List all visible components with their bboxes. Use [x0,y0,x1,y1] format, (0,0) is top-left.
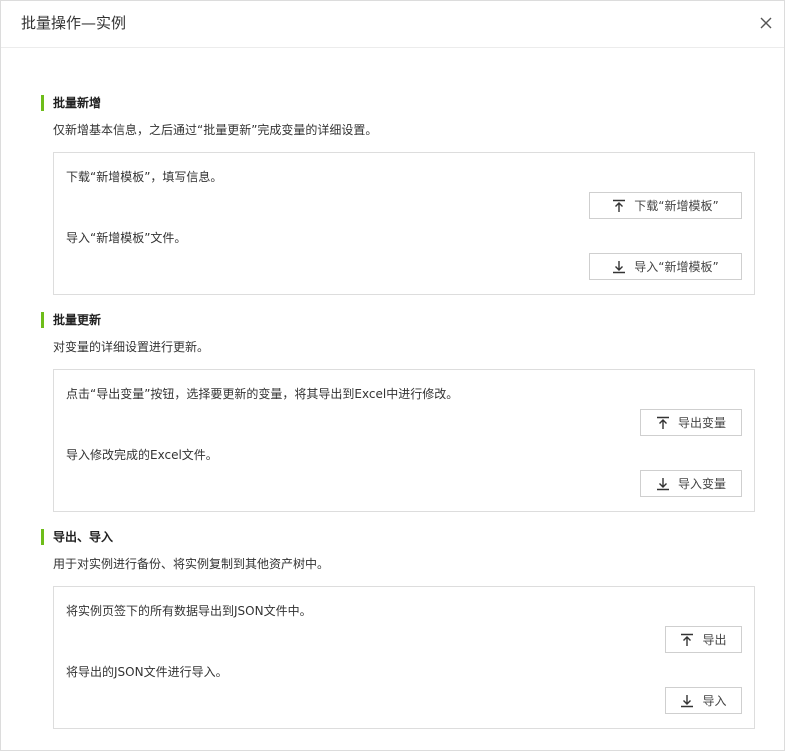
import-template-button[interactable]: 导入“新增模板” [589,253,742,280]
dialog-header: 批量操作—实例 [1,1,784,48]
section-title-batch-update: 批量更新 [41,312,101,328]
export-import-box: 将实例页签下的所有数据导出到JSON文件中。 导出 将导出的JSON文件进行导入… [53,586,755,729]
export-variables-button-label: 导出变量 [677,416,726,430]
step-text-export-variables: 点击“导出变量”按钮，选择要更新的变量，将其导出到Excel中进行修改。 [66,387,459,401]
batch-add-box: 下载“新增模板”，填写信息。 下载“新增模板” 导入“新增模板”文件。 导入“新… [53,152,755,295]
batch-operation-dialog: 批量操作—实例 批量新增 仅新增基本信息，之后通过“批量更新”完成变量的详细设置… [0,0,785,751]
export-button[interactable]: 导出 [665,626,742,653]
close-icon[interactable] [756,13,776,33]
export-icon [656,416,669,429]
download-template-button[interactable]: 下载“新增模板” [589,192,742,219]
export-variables-button[interactable]: 导出变量 [640,409,742,436]
export-icon [613,199,626,212]
export-button-label: 导出 [702,633,727,647]
step-text-export-json: 将实例页签下的所有数据导出到JSON文件中。 [66,604,312,618]
dialog-title: 批量操作—实例 [21,14,127,32]
import-icon [656,477,669,490]
section-desc-batch-update: 对变量的详细设置进行更新。 [53,340,210,354]
section-desc-batch-add: 仅新增基本信息，之后通过“批量更新”完成变量的详细设置。 [53,123,378,137]
section-desc-export-import: 用于对实例进行备份、将实例复制到其他资产树中。 [53,557,330,571]
download-template-button-label: 下载“新增模板” [634,199,719,213]
export-icon [681,633,694,646]
step-text-import-json: 将导出的JSON文件进行导入。 [66,665,228,679]
import-variables-button[interactable]: 导入变量 [640,470,742,497]
section-title-export-import: 导出、导入 [41,529,113,545]
section-title-batch-add: 批量新增 [41,95,101,111]
import-icon [681,694,694,707]
step-text-import-excel: 导入修改完成的Excel文件。 [66,448,218,462]
step-text-download-template: 下载“新增模板”，填写信息。 [66,170,223,184]
import-icon [613,260,626,273]
import-button[interactable]: 导入 [665,687,742,714]
batch-update-box: 点击“导出变量”按钮，选择要更新的变量，将其导出到Excel中进行修改。 导出变… [53,369,755,512]
step-text-import-template: 导入“新增模板”文件。 [66,231,187,245]
import-button-label: 导入 [702,694,727,708]
import-variables-button-label: 导入变量 [677,477,726,491]
import-template-button-label: 导入“新增模板” [634,260,719,274]
